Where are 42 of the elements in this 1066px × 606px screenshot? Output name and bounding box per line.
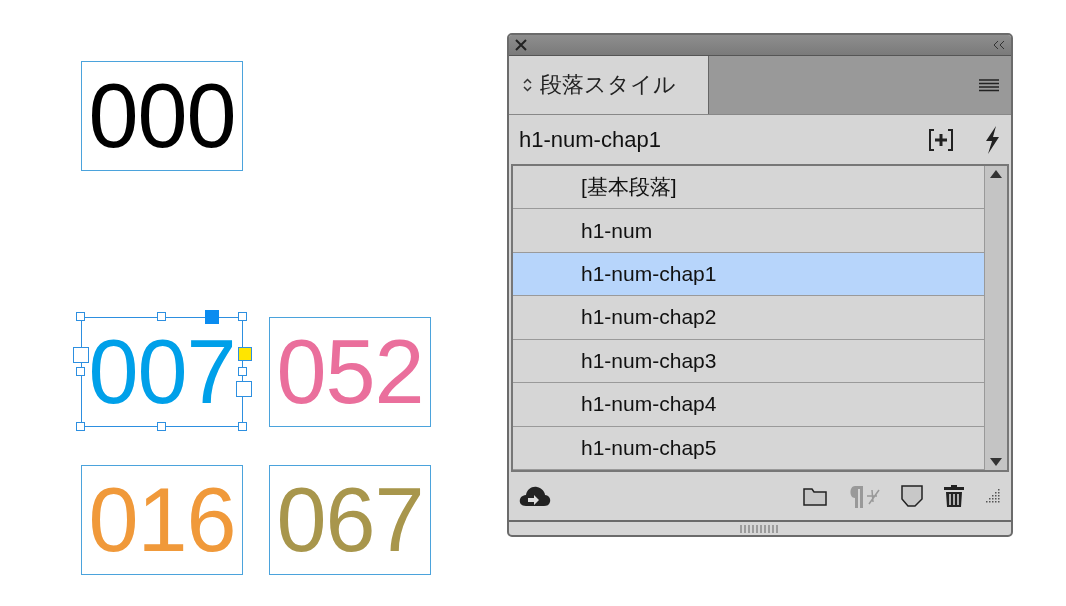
style-list-item[interactable]: h1-num-chap2 <box>513 296 984 340</box>
tab-label: 段落スタイル <box>540 71 676 99</box>
scroll-up-icon[interactable] <box>990 170 1002 178</box>
port-handle[interactable] <box>236 381 252 397</box>
lightning-icon[interactable] <box>983 125 1001 154</box>
style-list-item[interactable]: h1-num <box>513 209 984 253</box>
resize-handle[interactable] <box>157 422 166 431</box>
style-list-item[interactable]: h1-num-chap1 <box>513 252 984 297</box>
folder-icon[interactable] <box>803 486 827 506</box>
anchor-handle[interactable] <box>205 310 219 324</box>
collapse-icon[interactable] <box>993 41 1005 49</box>
style-list-item[interactable]: h1-num-chap4 <box>513 383 984 427</box>
resize-handle[interactable] <box>76 422 85 431</box>
style-list-item[interactable]: h1-num-chap5 <box>513 426 984 470</box>
frame-number: 016 <box>88 475 236 565</box>
resize-handle[interactable] <box>76 367 85 376</box>
resize-handle[interactable] <box>157 312 166 321</box>
close-icon[interactable] <box>515 39 527 51</box>
resize-handle[interactable] <box>238 367 247 376</box>
resize-handle[interactable] <box>76 312 85 321</box>
resize-grip-icon[interactable] <box>985 488 1001 504</box>
trash-icon[interactable] <box>943 484 965 508</box>
style-list-item[interactable]: h1-num-chap3 <box>513 339 984 384</box>
frame-number: 052 <box>276 327 424 417</box>
cloud-arrow-icon[interactable] <box>519 485 551 507</box>
add-bracket-icon[interactable] <box>929 128 953 151</box>
up-down-icon <box>523 78 532 92</box>
current-style-name: h1-num-chap1 <box>519 126 662 153</box>
scroll-down-icon[interactable] <box>990 458 1002 466</box>
resize-handle[interactable] <box>238 312 247 321</box>
frame-number: 000 <box>88 71 236 161</box>
resize-handle[interactable] <box>238 422 247 431</box>
in-port-handle[interactable] <box>73 347 89 363</box>
frame-number: 067 <box>276 475 424 565</box>
panel-tab[interactable]: 段落スタイル <box>509 56 709 114</box>
menu-icon[interactable] <box>979 78 999 92</box>
scrollbar[interactable] <box>984 166 1007 470</box>
out-port-handle[interactable] <box>238 347 252 361</box>
frame-number: 007 <box>88 327 236 417</box>
style-list-item[interactable]: [基本段落] <box>513 166 984 210</box>
text-frame[interactable]: 000 <box>81 61 243 171</box>
drag-grip-icon[interactable] <box>740 524 780 533</box>
